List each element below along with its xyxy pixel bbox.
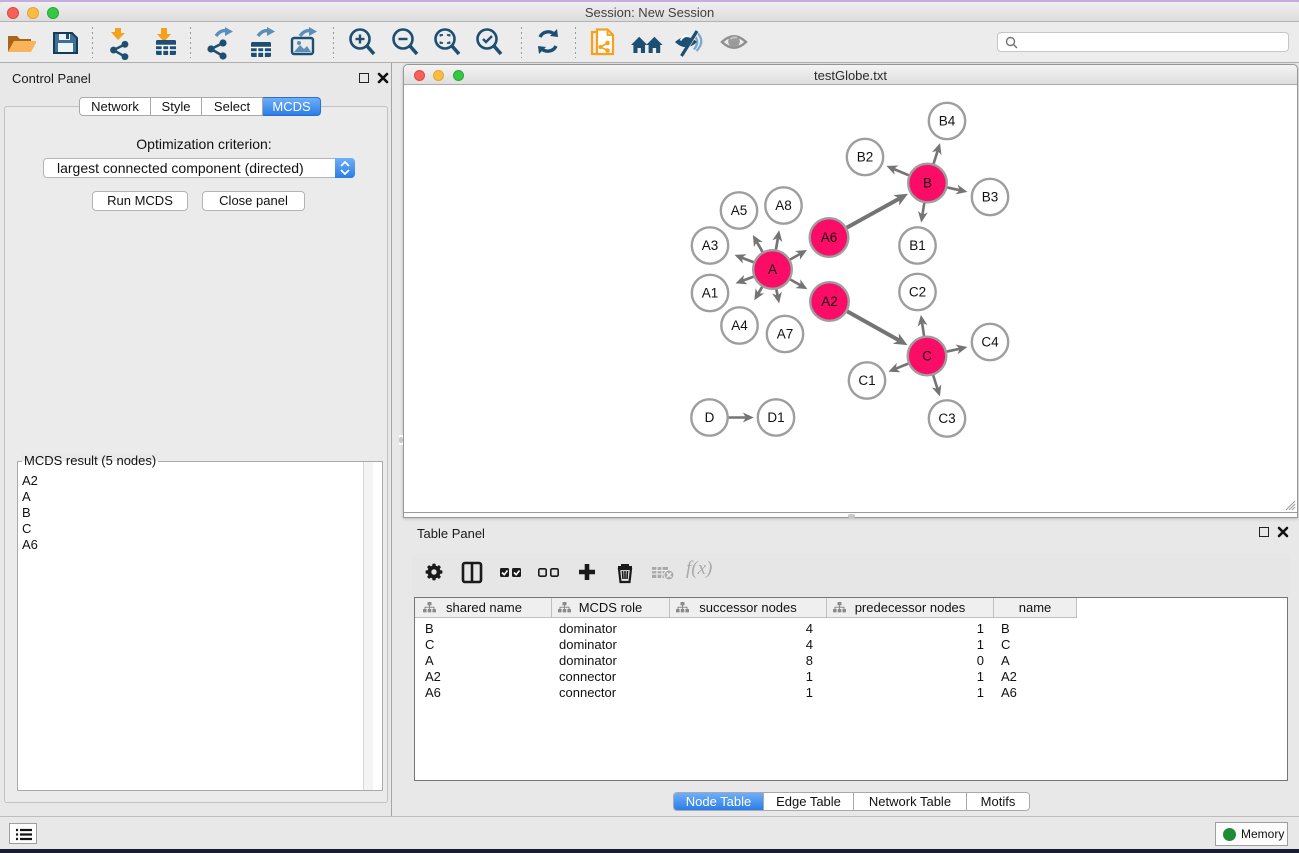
svg-text:A5: A5 [731, 203, 748, 218]
svg-text:A4: A4 [731, 318, 748, 333]
svg-text:C1: C1 [858, 373, 875, 388]
svg-text:A1: A1 [702, 286, 719, 301]
svg-text:B2: B2 [857, 150, 874, 165]
svg-text:A: A [768, 262, 777, 277]
svg-text:A6: A6 [821, 230, 838, 245]
svg-text:B1: B1 [909, 238, 926, 253]
svg-text:C3: C3 [938, 411, 955, 426]
svg-text:A7: A7 [777, 327, 794, 342]
svg-text:D: D [705, 410, 715, 425]
svg-text:A8: A8 [775, 198, 792, 213]
svg-text:B3: B3 [982, 190, 999, 205]
svg-text:B: B [923, 176, 932, 191]
svg-text:C: C [922, 349, 932, 364]
svg-text:A3: A3 [702, 238, 719, 253]
svg-text:C4: C4 [981, 335, 999, 350]
svg-text:C2: C2 [909, 285, 926, 300]
svg-text:A2: A2 [821, 294, 838, 309]
svg-text:B4: B4 [939, 114, 956, 129]
svg-text:D1: D1 [767, 410, 784, 425]
